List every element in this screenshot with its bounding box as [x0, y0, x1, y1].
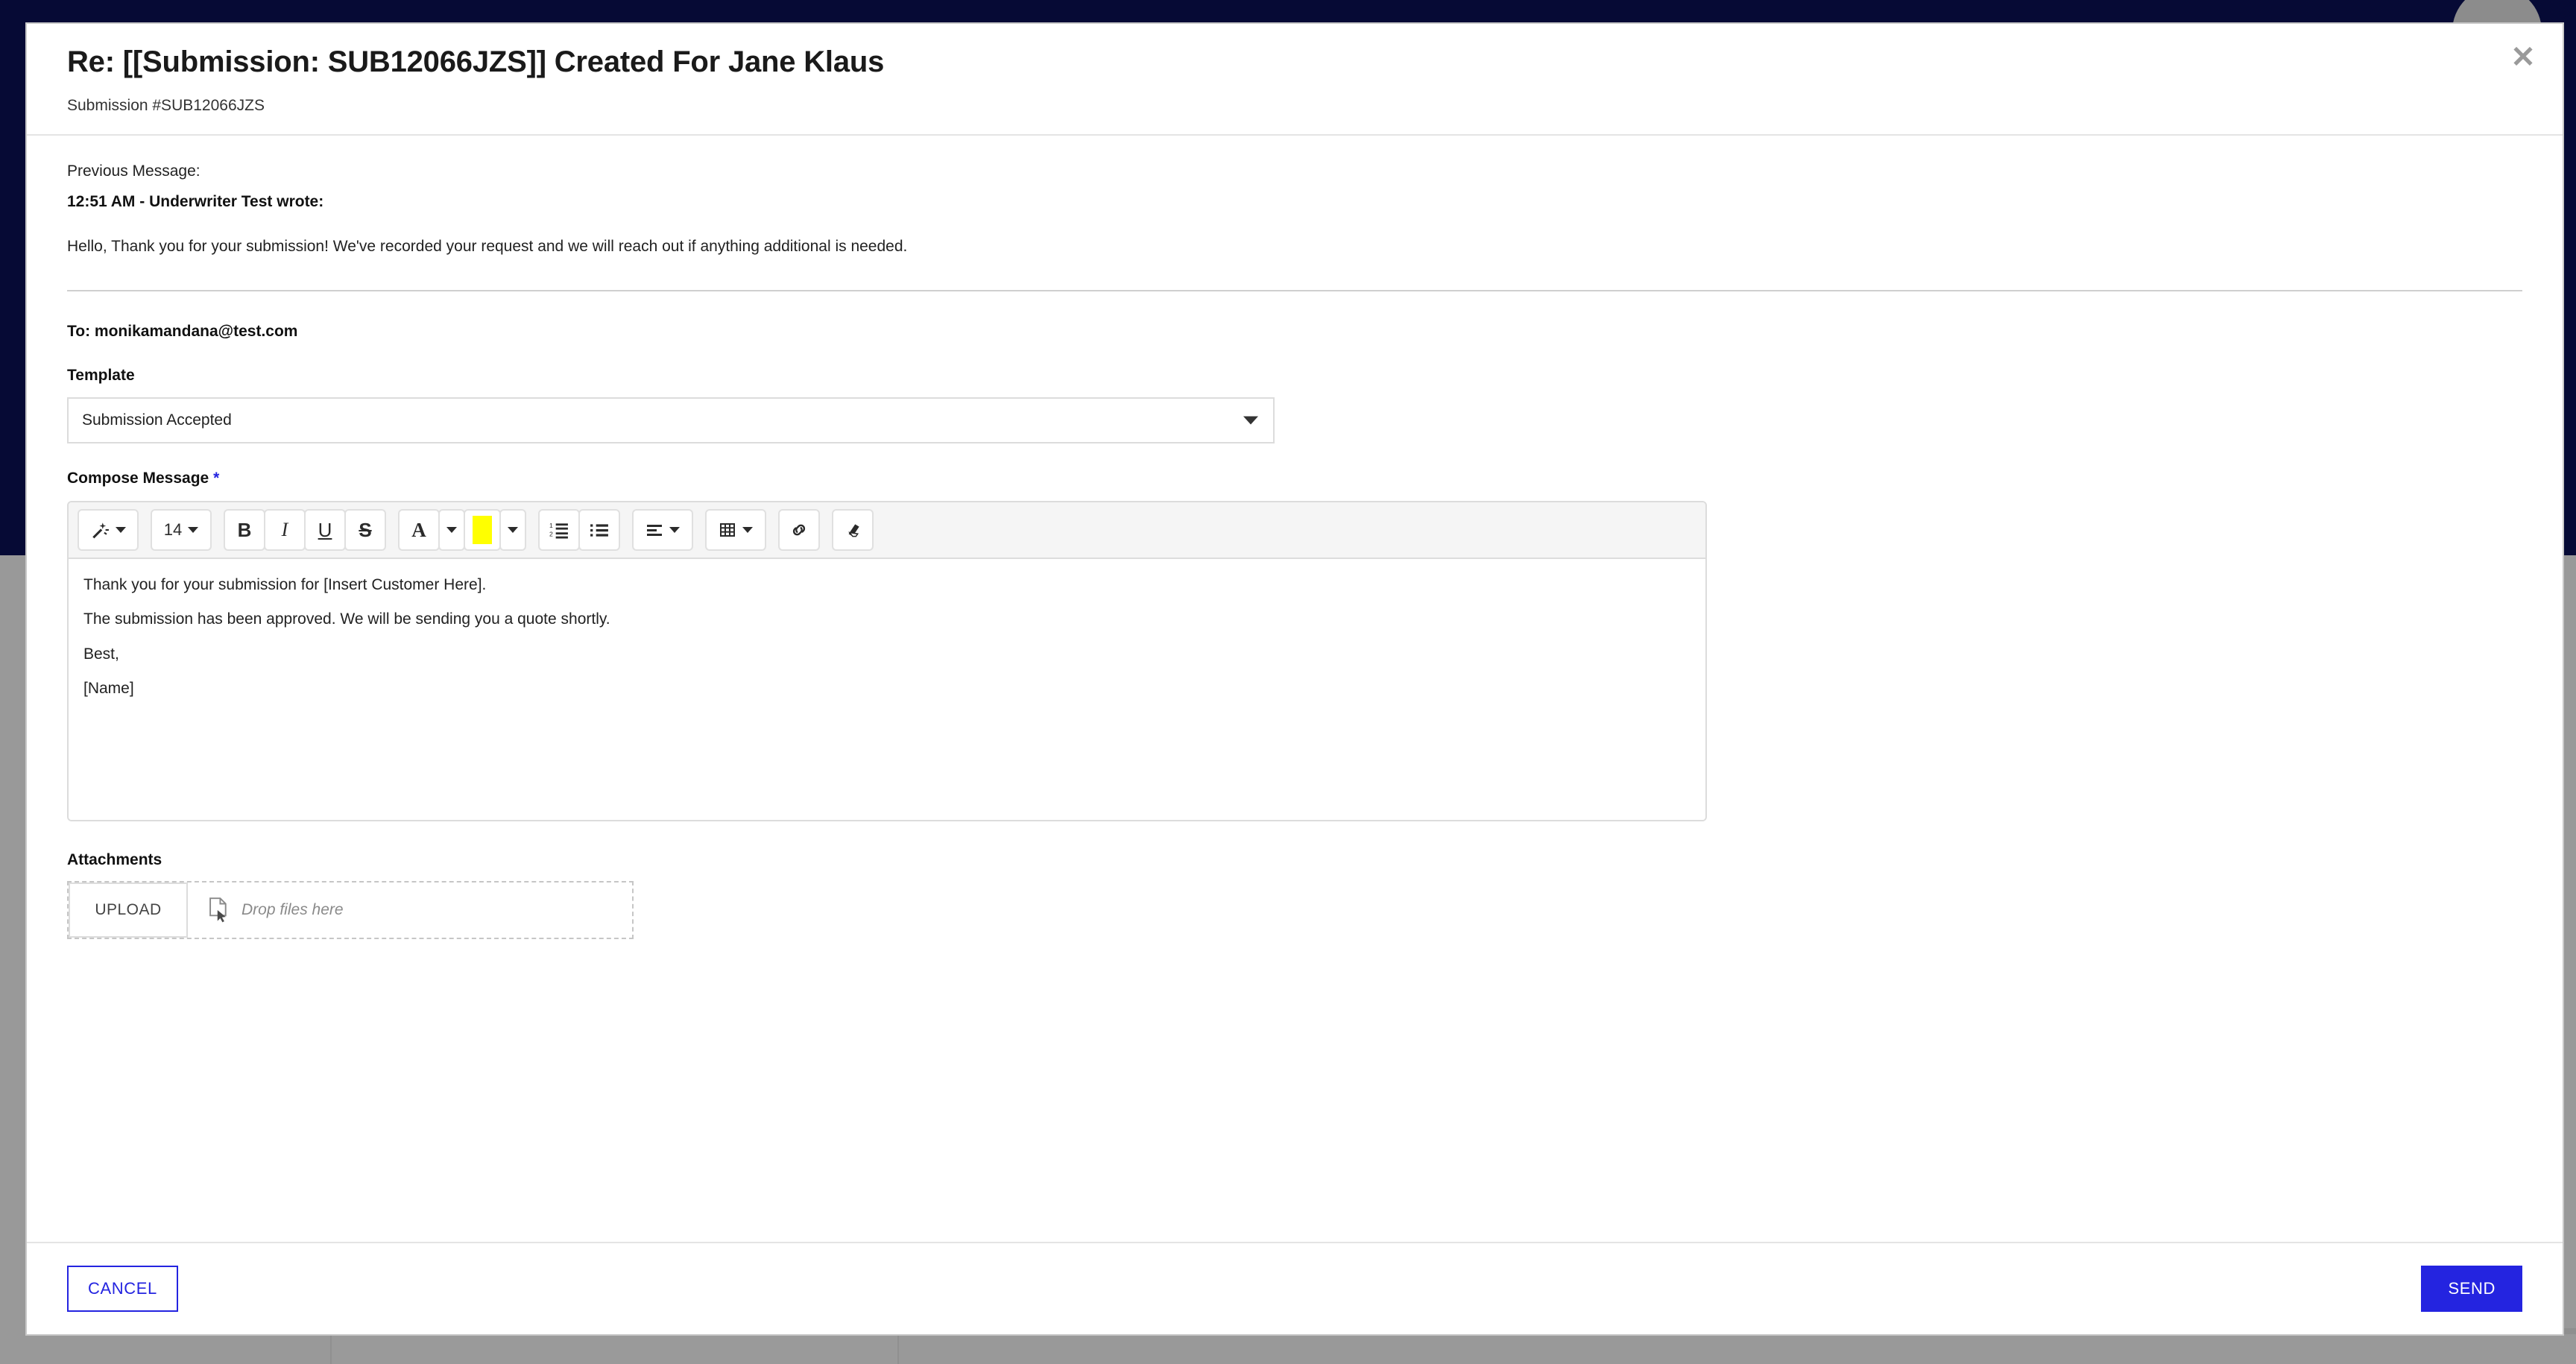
font-color-button[interactable]: A	[398, 509, 440, 551]
font-size-select[interactable]: 14	[151, 509, 212, 551]
toolbar-group-font-size: 14	[151, 509, 212, 551]
eraser-icon	[848, 524, 859, 537]
clear-formatting-eraser-button[interactable]	[832, 509, 874, 551]
toolbar-group-styles	[78, 509, 139, 551]
rich-text-editor: 14 B I U S A 1 2 Thank you for your subm…	[67, 501, 1707, 821]
page-title: Re: [[Submission: SUB12066JZS]] Created …	[67, 45, 885, 78]
table-icon	[720, 523, 735, 537]
bold-button[interactable]: B	[224, 509, 265, 551]
recipient-line: To: monikamandana@test.com	[67, 323, 298, 340]
font-size-value: 14	[163, 520, 183, 539]
modal-footer: CANCEL SEND	[27, 1242, 2563, 1334]
underline-button[interactable]: U	[304, 509, 346, 551]
upload-button[interactable]: UPLOAD	[69, 883, 188, 938]
toolbar-group-colors: A	[398, 509, 526, 551]
message-editor-area[interactable]: Thank you for your submission for [Inser…	[69, 559, 1705, 820]
attachments-label: Attachments	[67, 851, 162, 868]
message-paragraph: Best,	[83, 645, 119, 663]
message-paragraph: The submission has been approved. We wil…	[83, 610, 610, 628]
cancel-button[interactable]: CANCEL	[67, 1266, 178, 1312]
insert-table-button[interactable]	[705, 509, 766, 551]
highlight-color-swatch	[473, 516, 492, 544]
template-select[interactable]: Submission Accepted	[67, 397, 1275, 443]
previous-message-label: Previous Message:	[67, 162, 201, 180]
modal-body: Previous Message: 12:51 AM - Underwriter…	[27, 136, 2563, 1242]
ordered-list-icon: 1 2	[549, 522, 568, 539]
highlight-color-dropdown[interactable]	[499, 509, 526, 551]
close-icon[interactable]: ✕	[2503, 37, 2543, 78]
attachment-dropzone[interactable]: UPLOAD Drop files here	[67, 881, 634, 939]
submission-reference: Submission #SUB12066JZS	[67, 97, 265, 114]
drop-hint: Drop files here	[188, 897, 344, 923]
message-paragraph: Thank you for your submission for [Inser…	[83, 576, 487, 593]
chevron-down-icon	[742, 527, 753, 533]
previous-message-body: Hello, Thank you for your submission! We…	[67, 238, 908, 255]
background-panel	[330, 1333, 899, 1364]
align-left-icon	[647, 525, 662, 536]
ordered-list-button[interactable]: 1 2	[538, 509, 580, 551]
align-left-button[interactable]	[632, 509, 693, 551]
highlight-color-button[interactable]	[464, 509, 501, 551]
chevron-down-icon	[116, 527, 126, 533]
strikethrough-button[interactable]: S	[344, 509, 386, 551]
toolbar-group-text-style: B I U S	[224, 509, 386, 551]
compose-message-label: Compose Message *	[67, 470, 2522, 487]
previous-message-author: 12:51 AM - Underwriter Test wrote:	[67, 193, 324, 210]
required-marker: *	[213, 470, 220, 487]
email-compose-modal: Re: [[Submission: SUB12066JZS]] Created …	[25, 22, 2564, 1336]
file-upload-icon	[209, 897, 227, 923]
insert-link-button[interactable]	[778, 509, 820, 551]
send-button[interactable]: SEND	[2421, 1266, 2522, 1312]
template-label: Template	[67, 367, 135, 384]
toolbar-group-lists: 1 2	[538, 509, 620, 551]
chevron-down-icon	[669, 527, 680, 533]
message-paragraph: [Name]	[83, 679, 134, 697]
chevron-down-icon	[446, 527, 457, 533]
toolbar-group-table	[705, 509, 766, 551]
template-select-wrapper: Submission Accepted	[67, 397, 1275, 443]
link-icon	[792, 524, 806, 536]
svg-text:1: 1	[549, 522, 553, 529]
font-color-dropdown[interactable]	[438, 509, 465, 551]
editor-toolbar: 14 B I U S A 1 2	[69, 502, 1705, 559]
style-magic-wand-icon[interactable]	[78, 509, 139, 551]
modal-header: Re: [[Submission: SUB12066JZS]] Created …	[27, 24, 2563, 136]
unordered-list-button[interactable]	[578, 509, 620, 551]
magic-wand-glyph	[92, 522, 109, 539]
svg-text:2: 2	[549, 531, 553, 538]
toolbar-group-align	[632, 509, 693, 551]
drop-hint-text: Drop files here	[242, 901, 344, 918]
chevron-down-icon	[188, 527, 199, 533]
italic-button[interactable]: I	[264, 509, 306, 551]
compose-message-label-text: Compose Message	[67, 470, 209, 487]
unordered-list-icon	[590, 524, 608, 537]
toolbar-group-link	[778, 509, 820, 551]
section-divider	[67, 290, 2522, 291]
toolbar-group-clear	[832, 509, 874, 551]
chevron-down-icon	[508, 527, 518, 533]
